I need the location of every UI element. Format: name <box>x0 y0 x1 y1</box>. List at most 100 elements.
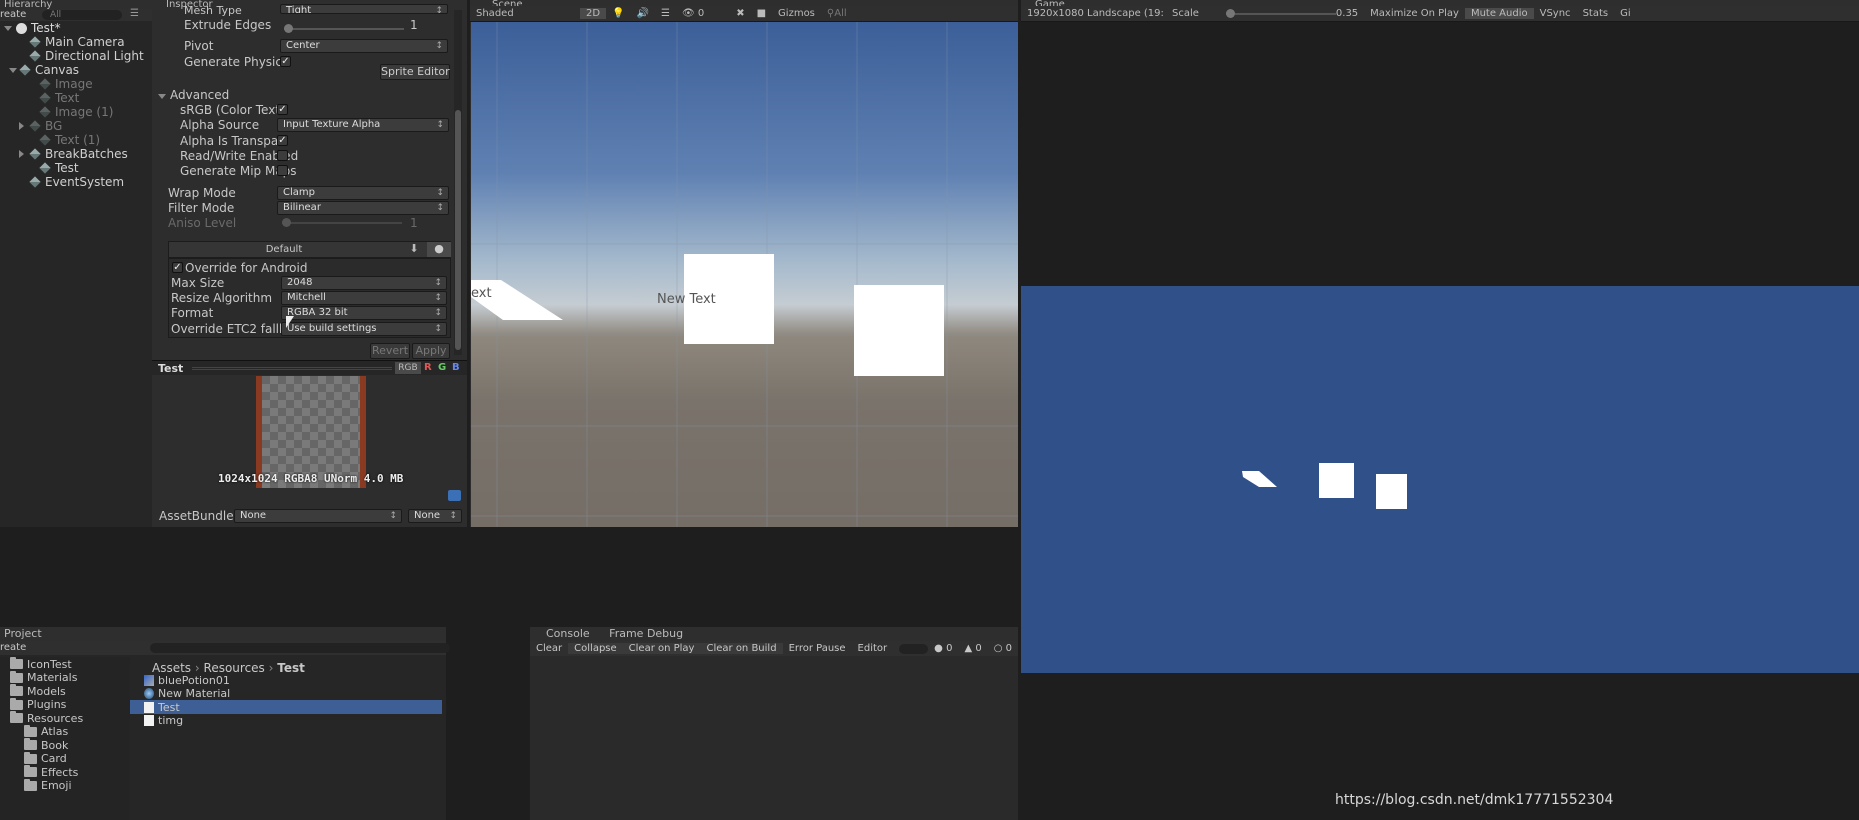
revert-button[interactable]: Revert <box>370 343 410 359</box>
scene-partial-text[interactable]: ext <box>471 286 492 301</box>
channel-r-button[interactable]: R <box>424 362 432 373</box>
pivot-dropdown[interactable]: Center <box>280 39 448 53</box>
stats-toggle[interactable]: Stats <box>1577 8 1615 19</box>
project-folder-item[interactable]: Card <box>24 751 67 766</box>
asset-label-icon[interactable] <box>448 490 461 501</box>
channel-rgb-button[interactable]: RGB <box>395 362 421 374</box>
mode-2d-button[interactable]: 2D <box>580 8 607 19</box>
error-icon: ● <box>934 643 943 654</box>
console-clear-on-play-button[interactable]: Clear on Play <box>622 643 701 654</box>
read-write-checkbox[interactable] <box>277 150 288 161</box>
vsync-toggle[interactable]: VSync <box>1534 8 1577 19</box>
scene-new-text[interactable]: New Text <box>657 292 716 307</box>
project-folder-item[interactable]: IconTest <box>10 657 72 671</box>
audio-icon[interactable]: 🔊 <box>631 8 655 19</box>
aniso-level-value[interactable]: 1 <box>410 216 418 230</box>
project-folder-item[interactable]: Plugins <box>10 697 66 712</box>
srgb-checkbox[interactable]: ✓ <box>277 104 288 115</box>
hierarchy-options-icon[interactable]: ☰ <box>130 8 139 19</box>
console-clear-button[interactable]: Clear <box>530 643 568 654</box>
advanced-foldout[interactable]: Advanced <box>158 88 229 102</box>
console-error-count[interactable]: ● 0 <box>928 643 958 654</box>
project-folder-item[interactable]: Book <box>24 738 68 752</box>
channel-b-button[interactable]: B <box>452 362 460 373</box>
extrude-edges-value[interactable]: 1 <box>410 18 418 32</box>
frame-debug-tab[interactable]: Frame Debug <box>593 627 683 640</box>
expand-arrow-icon[interactable] <box>19 122 24 130</box>
project-folder-item[interactable]: Models <box>10 684 66 698</box>
project-folder-item[interactable]: Emoji <box>24 778 72 793</box>
tools-icon[interactable]: ✖ <box>730 8 750 19</box>
console-log-count[interactable]: ○ 0 <box>988 643 1018 654</box>
console-collapse-button[interactable]: Collapse <box>568 643 623 654</box>
etc2-fallback-dropdown[interactable]: Use build settings <box>281 322 447 336</box>
scale-slider[interactable] <box>1226 9 1336 18</box>
mesh-type-dropdown[interactable]: Tight <box>280 4 448 14</box>
sprite-editor-button[interactable]: Sprite Editor <box>380 64 450 80</box>
platform-tab-standalone[interactable]: ⬇ <box>402 242 426 257</box>
assetbundle-variant-dropdown[interactable]: None <box>408 509 462 523</box>
platform-tab-default[interactable]: Default <box>169 242 399 257</box>
inspector-scrollbar[interactable] <box>454 10 462 355</box>
console-warning-count[interactable]: ▲ 0 <box>958 643 987 654</box>
gameobject-icon <box>39 78 51 90</box>
alpha-source-dropdown[interactable]: Input Texture Alpha <box>277 118 449 132</box>
extrude-edges-slider[interactable] <box>284 24 404 33</box>
project-create-button[interactable]: reate <box>0 642 26 653</box>
shading-mode-dropdown[interactable]: Shaded <box>470 8 580 19</box>
resize-algorithm-dropdown[interactable]: Mitchell <box>281 291 447 305</box>
game-gizmos-toggle[interactable]: Gi <box>1614 8 1637 19</box>
gizmos-dropdown[interactable]: Gizmos <box>772 8 821 19</box>
wrap-mode-dropdown[interactable]: Clamp <box>277 186 449 200</box>
hierarchy-create-button[interactable]: reate <box>0 9 26 20</box>
camera-icon[interactable]: ■ <box>751 8 772 19</box>
scene-image-right[interactable] <box>854 285 944 376</box>
console-editor-dropdown[interactable]: Editor <box>852 643 894 654</box>
folder-icon <box>24 738 37 750</box>
preview-drag-bar[interactable] <box>192 367 392 370</box>
project-folder-item[interactable]: Atlas <box>24 724 68 739</box>
project-folder-item[interactable]: Effects <box>24 765 78 779</box>
alpha-transparency-checkbox[interactable]: ✓ <box>277 135 288 146</box>
scene-name: Test* <box>31 21 61 35</box>
format-dropdown[interactable]: RGBA 32 bit <box>281 306 447 320</box>
project-tab[interactable]: Project <box>0 627 446 641</box>
project-folder-item[interactable]: Materials <box>10 670 77 685</box>
mute-audio-toggle[interactable]: Mute Audio <box>1464 8 1534 19</box>
collapse-arrow-icon[interactable] <box>9 67 17 73</box>
game-view[interactable] <box>1021 286 1859 673</box>
effects-icon[interactable]: ☰ <box>655 8 676 19</box>
generate-physics-label: Generate Physics Sh <box>184 55 284 69</box>
assetbundle-dropdown[interactable]: None <box>234 509 402 523</box>
console-error-pause-button[interactable]: Error Pause <box>783 643 852 654</box>
generate-physics-checkbox[interactable]: ✓ <box>280 56 291 67</box>
apply-button[interactable]: Apply <box>412 343 450 359</box>
mip-maps-checkbox[interactable] <box>277 165 288 176</box>
expand-arrow-icon[interactable] <box>4 25 12 31</box>
maximize-on-play-toggle[interactable]: Maximize On Play <box>1364 8 1465 19</box>
scene-viewport[interactable]: New Text ext <box>471 22 1018 527</box>
expand-arrow-icon[interactable] <box>19 150 24 158</box>
platform-tab-android[interactable]: ● <box>427 242 451 257</box>
lighting-icon[interactable]: 💡 <box>606 8 630 19</box>
override-android-checkbox[interactable]: ✓ <box>172 262 183 273</box>
console-tab[interactable]: Console <box>534 627 590 640</box>
hierarchy-search-input[interactable]: All <box>42 10 122 20</box>
project-search-input[interactable] <box>150 643 450 653</box>
project-asset-item[interactable]: bluePotion01 <box>130 673 442 687</box>
max-size-dropdown[interactable]: 2048 <box>281 276 447 290</box>
console-clear-on-build-button[interactable]: Clear on Build <box>700 643 783 654</box>
channel-g-button[interactable]: G <box>438 362 446 373</box>
project-folder-item[interactable]: Resources <box>10 711 83 725</box>
project-asset-item[interactable]: New Material <box>130 687 442 701</box>
scene-search-input[interactable]: ⚲All <box>821 8 853 19</box>
project-asset-item[interactable]: Test <box>130 700 442 714</box>
aniso-level-slider[interactable] <box>282 218 402 227</box>
hidden-count[interactable]: 👁 0 <box>676 8 710 19</box>
console-search-input[interactable] <box>899 643 929 654</box>
project-asset-item[interactable]: timg <box>130 714 442 728</box>
resolution-dropdown[interactable]: 1920x1080 Landscape (19: <box>1021 8 1166 19</box>
hierarchy-item[interactable]: EventSystem <box>29 174 124 190</box>
filter-mode-dropdown[interactable]: Bilinear <box>277 201 449 215</box>
advanced-label: Advanced <box>170 88 230 102</box>
